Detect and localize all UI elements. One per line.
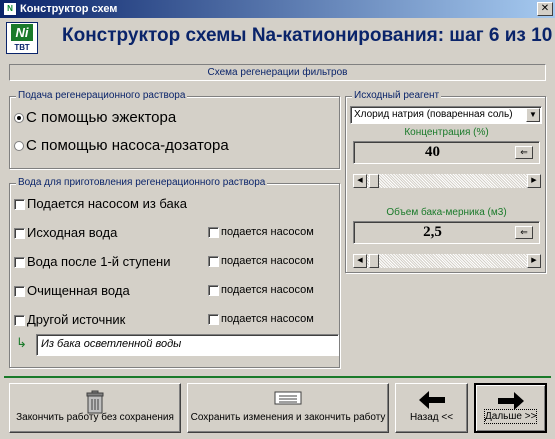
scroll-left-icon[interactable]: ◀ — [353, 254, 367, 268]
checkbox-stage1-water-pump[interactable]: подается насосом — [208, 255, 314, 267]
scroll-right-icon[interactable]: ▶ — [527, 254, 541, 268]
arrow-left-icon — [396, 390, 467, 413]
pump-label: подается насосом — [221, 226, 314, 238]
pump-label: подается насосом — [221, 255, 314, 267]
checkbox-treated-water-label: Очищенная вода — [27, 283, 130, 298]
radio-ejector[interactable]: С помощью эжектора — [14, 109, 176, 126]
page-title: Конструктор схемы Na-катионирования: шаг… — [62, 25, 553, 46]
reagent-group-label: Исходный реагент — [352, 90, 442, 101]
pump-label: подается насосом — [221, 313, 314, 325]
concentration-label: Концентрация (%) — [404, 127, 489, 138]
save-icon — [188, 390, 388, 409]
checkbox-source-water-pump[interactable]: подается насосом — [208, 226, 314, 238]
scroll-left-icon[interactable]: ◀ — [353, 174, 367, 188]
slider-thumb[interactable] — [369, 254, 379, 268]
feed-group-label: Подача регенерационного раствора — [16, 90, 188, 101]
checkbox-other-source[interactable]: Другой источник — [14, 312, 125, 327]
next-label: Дальше >> — [484, 409, 537, 424]
checkbox-icon[interactable] — [14, 286, 25, 298]
logo-mark: Ni — [11, 24, 33, 41]
radio-button-icon[interactable] — [14, 141, 24, 152]
radio-button-icon[interactable] — [14, 113, 24, 124]
exit-without-save-button[interactable]: Закончить работу без сохранения — [9, 383, 181, 433]
reagent-select-value: Хлорид натрия (поваренная соль) — [354, 109, 513, 120]
logo-text: ТВТ — [14, 43, 30, 52]
radio-ejector-label: С помощью эжектора — [26, 109, 177, 126]
checkbox-treated-water-pump[interactable]: подается насосом — [208, 284, 314, 296]
back-label: Назад << — [409, 412, 454, 423]
reagent-group: Исходный реагент Хлорид натрия (поваренн… — [345, 90, 546, 273]
checkbox-other-source-pump[interactable]: подается насосом — [208, 313, 314, 325]
exit-without-save-label: Закончить работу без сохранения — [16, 412, 174, 423]
footer-divider — [4, 376, 551, 378]
checkbox-treated-water[interactable]: Очищенная вода — [14, 283, 130, 298]
checkbox-icon[interactable] — [14, 199, 25, 211]
source-arrow-icon: ↳ — [16, 335, 27, 350]
edit-arrow-icon[interactable]: ⇐ — [515, 226, 533, 239]
checkbox-source-water-label: Исходная вода — [27, 225, 118, 240]
checkbox-other-source-label: Другой источник — [27, 312, 126, 327]
slider-thumb[interactable] — [369, 174, 379, 188]
checkbox-icon[interactable] — [14, 228, 25, 240]
concentration-field[interactable]: 40 ⇐ — [353, 141, 540, 164]
reagent-select[interactable]: Хлорид натрия (поваренная соль) ▼ — [350, 106, 542, 124]
app-logo-icon: N — [3, 2, 17, 16]
tank-volume-slider[interactable]: ◀ ▶ — [352, 253, 542, 269]
tank-volume-label: Объем бака-мерника (м3) — [386, 207, 507, 218]
other-source-input[interactable]: Из бака осветленной воды — [36, 334, 339, 356]
checkbox-tank-pump[interactable]: Подается насосом из бака — [14, 196, 187, 211]
concentration-slider[interactable]: ◀ ▶ — [352, 173, 542, 189]
save-and-exit-label: Сохранить изменения и закончить работу — [190, 412, 386, 423]
checkbox-icon[interactable] — [14, 315, 25, 327]
company-logo: Ni ТВТ — [6, 22, 38, 54]
back-button[interactable]: Назад << — [395, 383, 468, 433]
checkbox-icon[interactable] — [208, 284, 219, 296]
checkbox-tank-pump-label: Подается насосом из бака — [27, 196, 187, 211]
checkbox-icon[interactable] — [208, 255, 219, 267]
checkbox-icon[interactable] — [208, 313, 219, 325]
scroll-right-icon[interactable]: ▶ — [527, 174, 541, 188]
water-source-group: Вода для приготовления регенерационного … — [9, 177, 340, 368]
tank-volume-field[interactable]: 2,5 ⇐ — [353, 221, 540, 244]
concentration-value: 40 — [425, 144, 440, 160]
feed-method-group: Подача регенерационного раствора С помощ… — [9, 90, 340, 169]
radio-dosing-pump[interactable]: С помощью насоса-дозатора — [14, 137, 229, 154]
page-subtitle: Схема регенерации фильтров — [9, 64, 546, 81]
save-and-exit-button[interactable]: Сохранить изменения и закончить работу — [187, 383, 389, 433]
next-button[interactable]: Дальше >> — [474, 383, 547, 433]
pump-label: подается насосом — [221, 284, 314, 296]
checkbox-source-water[interactable]: Исходная вода — [14, 225, 117, 240]
tank-volume-value: 2,5 — [423, 224, 442, 240]
checkbox-stage1-water-label: Вода после 1-й ступени — [27, 254, 171, 269]
checkbox-icon[interactable] — [208, 226, 219, 238]
radio-dosing-pump-label: С помощью насоса-дозатора — [26, 137, 229, 154]
window-titlebar: N Конструктор схем ✕ — [0, 0, 555, 18]
water-group-label: Вода для приготовления регенерационного … — [16, 177, 268, 188]
edit-arrow-icon[interactable]: ⇐ — [515, 146, 533, 159]
close-icon[interactable]: ✕ — [537, 2, 553, 16]
chevron-down-icon[interactable]: ▼ — [526, 108, 540, 122]
checkbox-icon[interactable] — [14, 257, 25, 269]
checkbox-stage1-water[interactable]: Вода после 1-й ступени — [14, 254, 170, 269]
window-title: Конструктор схем — [20, 3, 118, 15]
